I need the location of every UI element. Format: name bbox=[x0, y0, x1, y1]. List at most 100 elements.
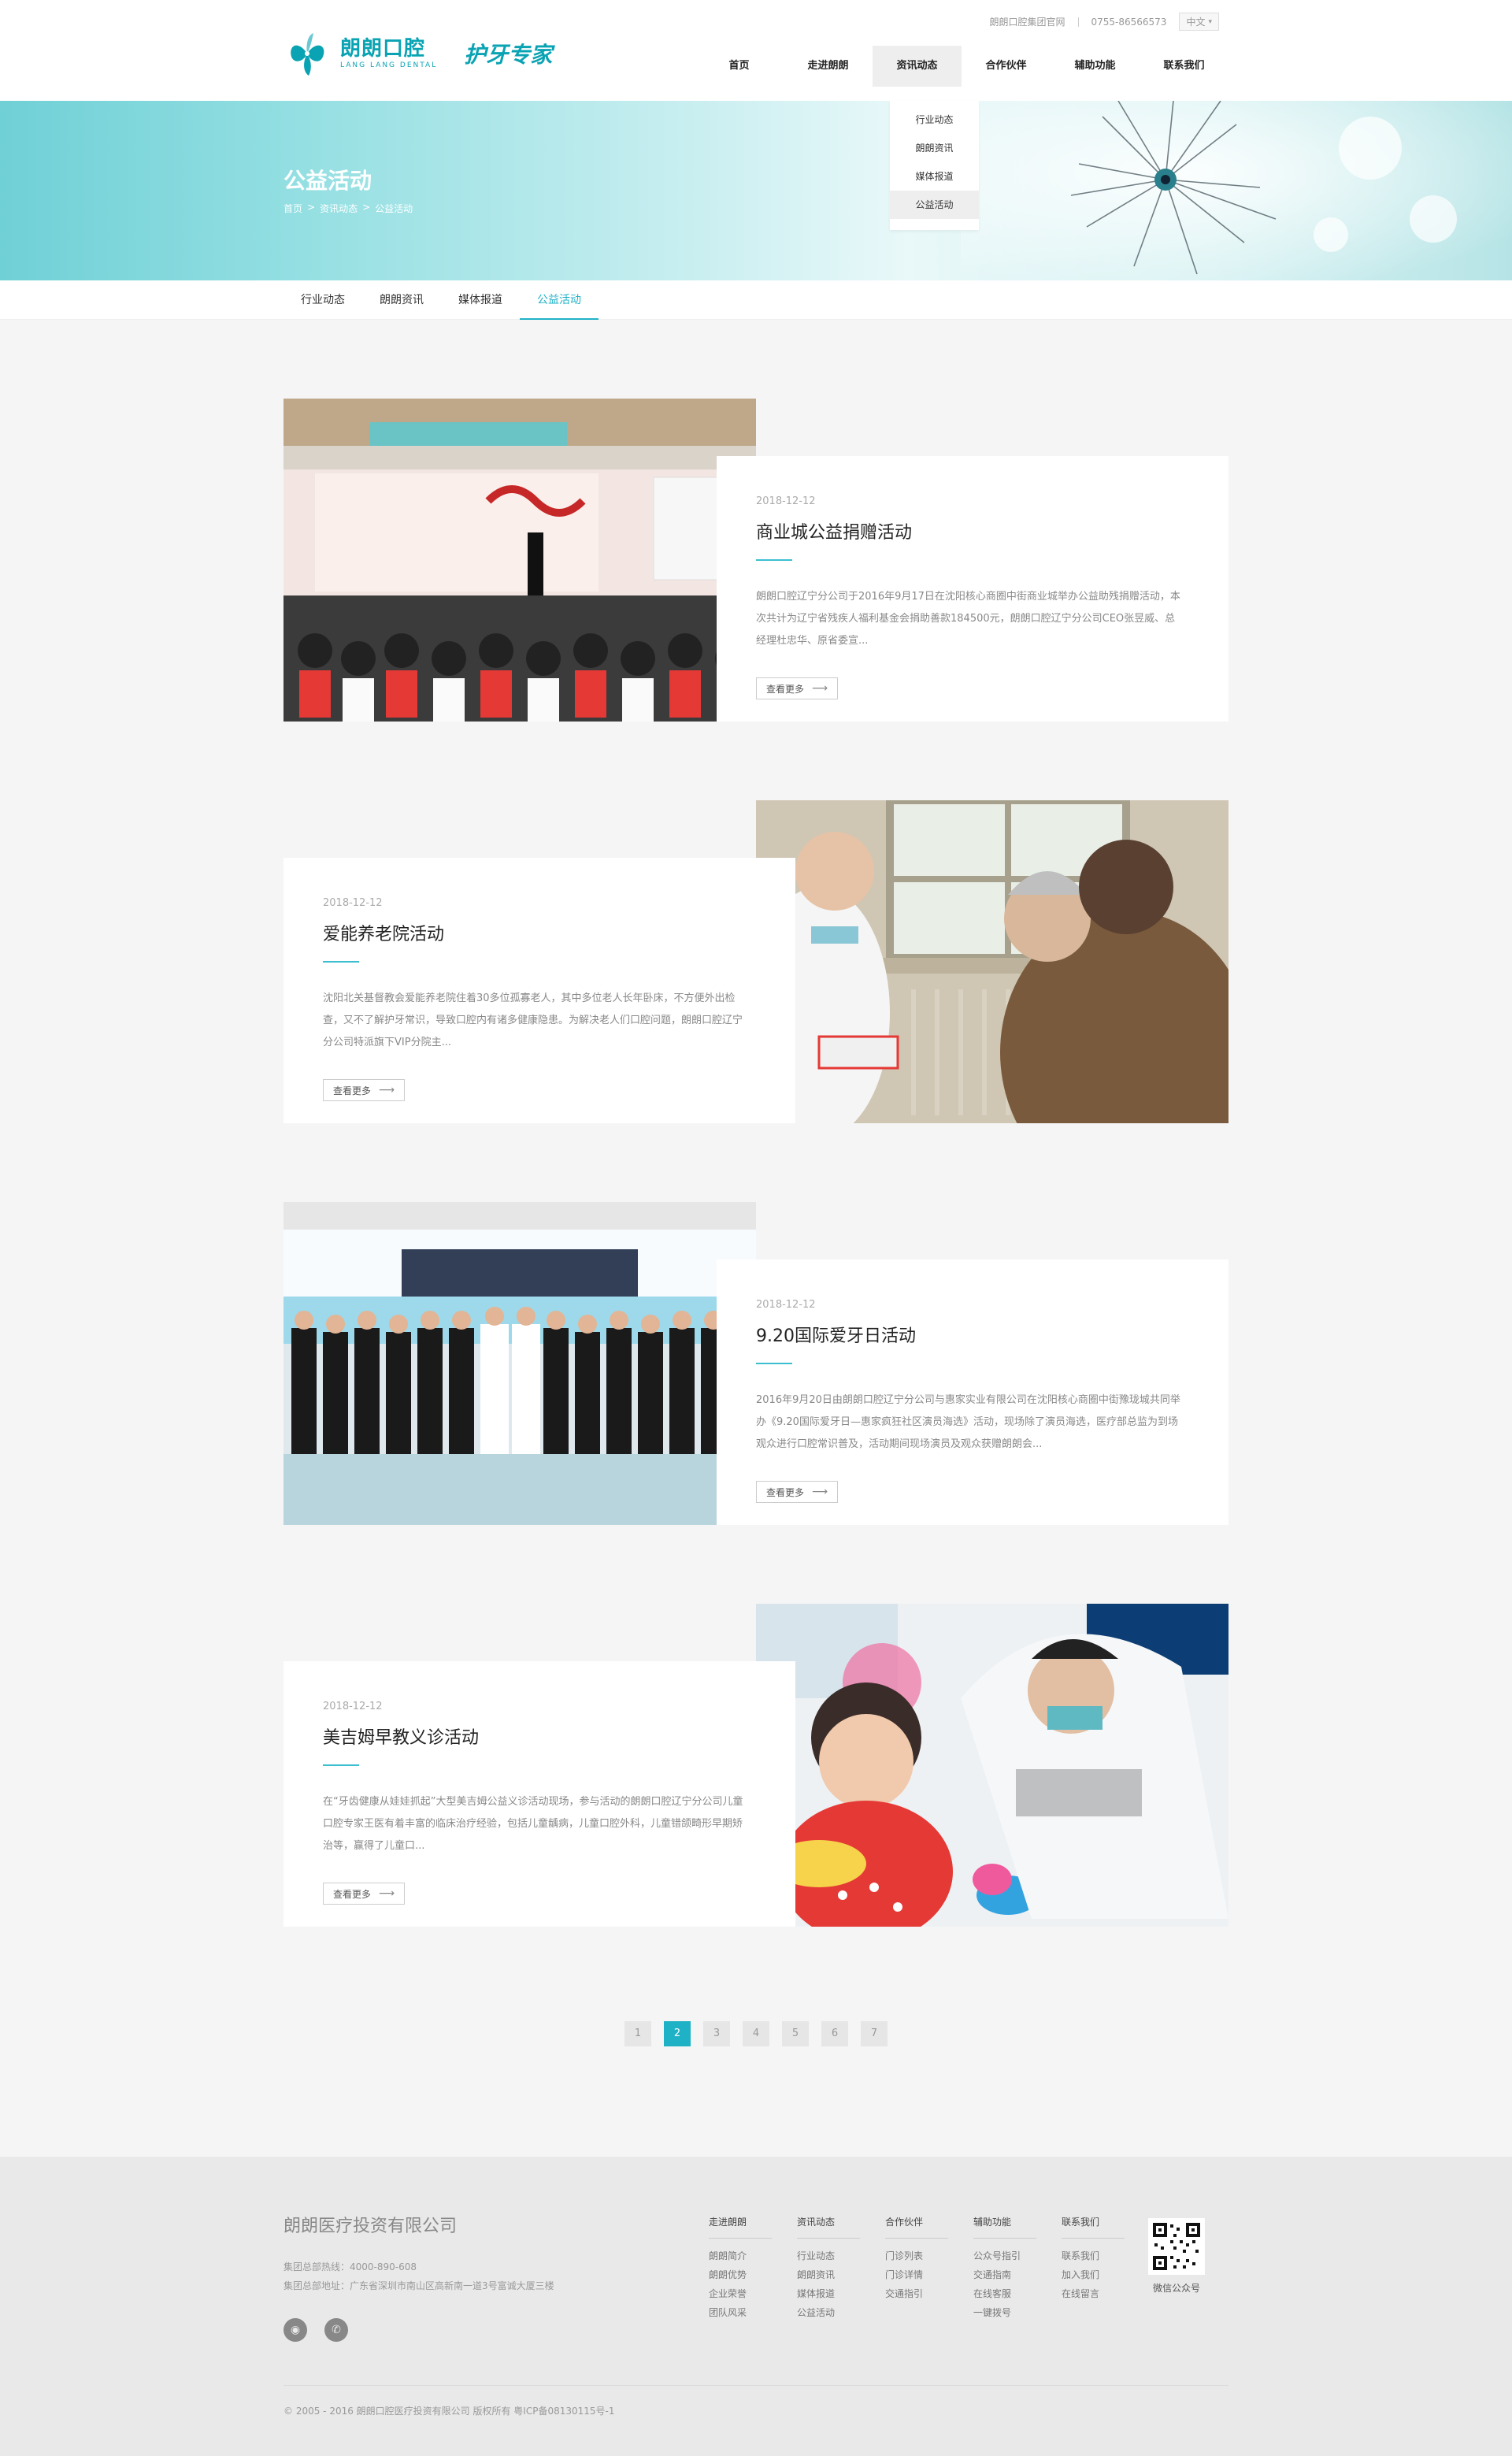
footer-hotline: 集团总部热线：4000-890-608 bbox=[284, 2261, 417, 2272]
footer-col-title: 资讯动态 bbox=[797, 2215, 860, 2239]
tab-langlang-news[interactable]: 朗朗资讯 bbox=[362, 280, 441, 320]
footer-contact: 集团总部热线：4000-890-608 集团总部地址：广东省深圳市南山区高新南一… bbox=[284, 2258, 554, 2295]
nav-home[interactable]: 首页 bbox=[695, 46, 784, 87]
footer-link[interactable]: 一键拨号 bbox=[973, 2303, 1036, 2322]
child-dental-check-photo bbox=[756, 1604, 1228, 1927]
page-banner: 公益活动 首页 > 资讯动态 > 公益活动 bbox=[0, 101, 1512, 280]
article-title[interactable]: 美吉姆早教义诊活动 bbox=[323, 1723, 756, 1749]
read-more-button[interactable]: 查看更多 ⟶ bbox=[323, 1079, 406, 1101]
footer-link[interactable]: 朗朗优势 bbox=[709, 2265, 772, 2284]
read-more-label: 查看更多 bbox=[766, 1486, 805, 1498]
footer-col-tools: 辅助功能 公众号指引 交通指南 在线客服 一键拨号 bbox=[973, 2215, 1036, 2322]
dropdown-item-industry[interactable]: 行业动态 bbox=[890, 106, 979, 134]
footer-link[interactable]: 行业动态 bbox=[797, 2246, 860, 2265]
nav-contact[interactable]: 联系我们 bbox=[1140, 46, 1228, 87]
arrow-right-icon: ⟶ bbox=[379, 1084, 395, 1096]
tab-charity-events[interactable]: 公益活动 bbox=[520, 280, 598, 320]
article-date: 2018-12-12 bbox=[323, 1701, 383, 1712]
nav-tools[interactable]: 辅助功能 bbox=[1051, 46, 1140, 87]
article-image[interactable] bbox=[756, 800, 1228, 1123]
footer-link[interactable]: 门诊列表 bbox=[885, 2246, 948, 2265]
read-more-button[interactable]: 查看更多 ⟶ bbox=[756, 677, 839, 699]
footer-link[interactable]: 企业荣誉 bbox=[709, 2284, 772, 2303]
tab-industry-news[interactable]: 行业动态 bbox=[284, 280, 362, 320]
site-header: 朗朗口腔 LANG LANG DENTAL 护牙专家 朗朗口腔集团官网 0755… bbox=[0, 0, 1512, 101]
footer-link[interactable]: 在线留言 bbox=[1062, 2284, 1125, 2303]
wechat-icon[interactable]: ✆ bbox=[324, 2318, 348, 2342]
dropdown-item-charity[interactable]: 公益活动 bbox=[890, 191, 979, 219]
article-excerpt: 2016年9月20日由朗朗口腔辽宁分公司与惠家实业有限公司在沈阳核心商圈中街豫珑… bbox=[756, 1394, 1180, 1450]
article-image[interactable] bbox=[284, 1202, 756, 1525]
footer-link[interactable]: 公众号指引 bbox=[973, 2246, 1036, 2265]
breadcrumb-home[interactable]: 首页 bbox=[284, 202, 302, 215]
title-underline bbox=[756, 559, 792, 561]
article-image[interactable] bbox=[284, 399, 756, 722]
footer-col-partners: 合作伙伴 门诊列表 门诊详情 交通指引 bbox=[885, 2215, 948, 2322]
page-1-button[interactable]: 1 bbox=[624, 2021, 651, 2046]
social-links: ◉ ✆ bbox=[284, 2318, 348, 2342]
footer-link[interactable]: 门诊详情 bbox=[885, 2265, 948, 2284]
page-5-button[interactable]: 5 bbox=[782, 2021, 809, 2046]
chevron-down-icon: ▾ bbox=[1208, 17, 1212, 26]
article-card: 2018-12-12 美吉姆早教义诊活动 在“牙齿健康从娃娃抓起”大型美吉姆公益… bbox=[284, 1661, 795, 1927]
language-select[interactable]: 中文 ▾ bbox=[1179, 13, 1219, 31]
page-3-button[interactable]: 3 bbox=[703, 2021, 730, 2046]
page-2-button[interactable]: 2 bbox=[664, 2021, 691, 2046]
breadcrumb: 首页 > 资讯动态 > 公益活动 bbox=[284, 202, 413, 215]
weibo-icon[interactable]: ◉ bbox=[284, 2318, 307, 2342]
news-dropdown-menu: 行业动态 朗朗资讯 媒体报道 公益活动 bbox=[890, 101, 979, 230]
flower-logo-icon bbox=[291, 33, 324, 76]
logo-en-text: LANG LANG DENTAL bbox=[340, 61, 438, 69]
article-image[interactable] bbox=[756, 1604, 1228, 1927]
copyright-text: © 2005 - 2016 朗朗口腔医疗投资有限公司 版权所有 粤ICP备081… bbox=[284, 2406, 615, 2417]
language-value: 中文 bbox=[1186, 17, 1206, 28]
read-more-button[interactable]: 查看更多 ⟶ bbox=[323, 1883, 406, 1905]
footer-col-title: 合作伙伴 bbox=[885, 2215, 948, 2239]
article-item: 2018-12-12 9.20国际爱牙日活动 2016年9月20日由朗朗口腔辽宁… bbox=[284, 1202, 1228, 1525]
footer-link[interactable]: 在线客服 bbox=[973, 2284, 1036, 2303]
article-title[interactable]: 商业城公益捐赠活动 bbox=[756, 518, 1189, 544]
footer-link[interactable]: 团队风采 bbox=[709, 2303, 772, 2322]
nursing-home-photo bbox=[756, 800, 1228, 1123]
read-more-label: 查看更多 bbox=[333, 1888, 372, 1900]
footer-link[interactable]: 交通指南 bbox=[973, 2265, 1036, 2284]
tab-media-reports[interactable]: 媒体报道 bbox=[441, 280, 520, 320]
article-item: 2018-12-12 商业城公益捐赠活动 朗朗口腔辽宁分公司于2016年9月17… bbox=[284, 399, 1228, 722]
page-7-button[interactable]: 7 bbox=[861, 2021, 888, 2046]
page-6-button[interactable]: 6 bbox=[821, 2021, 848, 2046]
read-more-button[interactable]: 查看更多 ⟶ bbox=[756, 1481, 839, 1503]
footer-link[interactable]: 联系我们 bbox=[1062, 2246, 1125, 2265]
article-title[interactable]: 9.20国际爱牙日活动 bbox=[756, 1322, 1189, 1347]
breadcrumb-current: 公益活动 bbox=[375, 203, 413, 214]
nav-partners[interactable]: 合作伙伴 bbox=[962, 46, 1051, 87]
footer-link[interactable]: 朗朗资讯 bbox=[797, 2265, 860, 2284]
dropdown-item-media[interactable]: 媒体报道 bbox=[890, 162, 979, 191]
footer-link[interactable]: 交通指引 bbox=[885, 2284, 948, 2303]
footer-link[interactable]: 公益活动 bbox=[797, 2303, 860, 2322]
footer-col-title: 辅助功能 bbox=[973, 2215, 1036, 2239]
page-4-button[interactable]: 4 bbox=[743, 2021, 769, 2046]
footer-col-title: 走进朗朗 bbox=[709, 2215, 772, 2239]
article-title[interactable]: 爱能养老院活动 bbox=[323, 920, 756, 945]
site-footer: 朗朗医疗投资有限公司 集团总部热线：4000-890-608 集团总部地址：广东… bbox=[0, 2157, 1512, 2456]
event-stage-photo bbox=[284, 399, 756, 722]
nav-about[interactable]: 走进朗朗 bbox=[784, 46, 873, 87]
breadcrumb-news[interactable]: 资讯动态 bbox=[320, 202, 358, 215]
top-links: 朗朗口腔集团官网 0755-86566573 中文 ▾ bbox=[989, 13, 1219, 31]
dropdown-item-langlang-news[interactable]: 朗朗资讯 bbox=[890, 134, 979, 162]
pagination: 1 2 3 4 5 6 7 bbox=[0, 2005, 1512, 2157]
footer-link[interactable]: 媒体报道 bbox=[797, 2284, 860, 2303]
article-card: 2018-12-12 9.20国际爱牙日活动 2016年9月20日由朗朗口腔辽宁… bbox=[717, 1260, 1228, 1525]
footer-address: 集团总部地址：广东省深圳市南山区高新南一道3号富诚大厦三楼 bbox=[284, 2280, 554, 2291]
qr-label: 微信公众号 bbox=[1152, 2283, 1200, 2294]
footer-nav: 走进朗朗 朗朗简介 朗朗优势 企业荣誉 团队风采 资讯动态 行业动态 朗朗资讯 … bbox=[709, 2215, 1125, 2322]
footer-link[interactable]: 朗朗简介 bbox=[709, 2246, 772, 2265]
nav-news[interactable]: 资讯动态 bbox=[873, 46, 962, 87]
group-site-link[interactable]: 朗朗口腔集团官网 bbox=[989, 15, 1065, 28]
site-logo[interactable]: 朗朗口腔 LANG LANG DENTAL 护牙专家 bbox=[284, 30, 552, 77]
arrow-right-icon: ⟶ bbox=[812, 682, 828, 695]
footer-link[interactable]: 加入我们 bbox=[1062, 2265, 1125, 2284]
title-underline bbox=[323, 1764, 359, 1766]
article-card: 2018-12-12 商业城公益捐赠活动 朗朗口腔辽宁分公司于2016年9月17… bbox=[717, 456, 1228, 722]
footer-col-about: 走进朗朗 朗朗简介 朗朗优势 企业荣誉 团队风采 bbox=[709, 2215, 772, 2322]
